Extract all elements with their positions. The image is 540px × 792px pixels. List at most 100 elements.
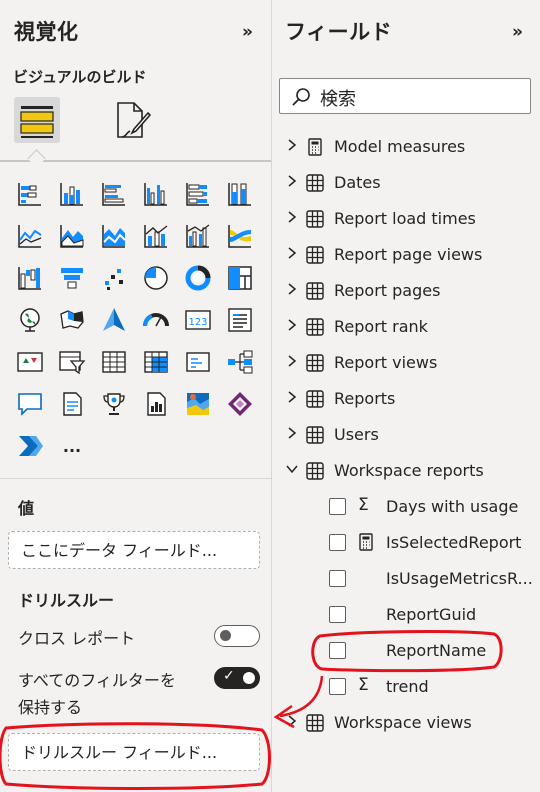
table-label: Workspace reports	[334, 461, 484, 480]
field-checkbox[interactable]	[329, 534, 346, 551]
svg-text:123: 123	[188, 317, 207, 328]
paginated-report-icon[interactable]	[140, 388, 172, 420]
field-row-isusagemetricsreport[interactable]: IsUsageMetricsR...	[272, 561, 540, 597]
keep-all-filters-toggle[interactable]: ✓	[214, 667, 260, 689]
calculator-icon	[308, 138, 322, 156]
table-label: Dates	[334, 173, 381, 192]
field-label: IsUsageMetricsR...	[386, 569, 533, 588]
field-row-days-with-usage[interactable]: Σ Days with usage	[272, 489, 540, 525]
slicer-icon[interactable]	[56, 346, 88, 378]
table-label: Report rank	[334, 317, 428, 336]
line-and-clustered-column-chart-icon[interactable]	[182, 220, 214, 252]
build-fields-tab[interactable]	[14, 97, 60, 143]
table-row-report-rank[interactable]: Report rank	[272, 309, 540, 345]
chevron-right-icon[interactable]	[285, 714, 299, 728]
table-row-users[interactable]: Users	[272, 417, 540, 453]
table-label: Report pages	[334, 281, 441, 300]
gauge-icon[interactable]	[140, 304, 172, 336]
kpi-icon[interactable]	[14, 346, 46, 378]
table-row-report-pages[interactable]: Report pages	[272, 273, 540, 309]
search-input[interactable]: 検索	[320, 85, 356, 111]
format-visual-tab[interactable]	[108, 97, 154, 143]
field-row-reportname[interactable]: ReportName	[272, 633, 540, 669]
100-stacked-bar-chart-icon[interactable]	[182, 178, 214, 210]
power-apps-icon[interactable]	[224, 388, 256, 420]
map-globe-icon[interactable]	[14, 304, 46, 336]
chevron-right-icon[interactable]	[285, 318, 299, 332]
table-row-model-measures[interactable]: Model measures	[272, 129, 540, 165]
chevron-right-icon[interactable]	[285, 174, 299, 188]
table-row-dates[interactable]: Dates	[272, 165, 540, 201]
chevron-right-icon[interactable]	[285, 426, 299, 440]
table-label: Reports	[334, 389, 396, 408]
collapse-fields-button[interactable]: »	[512, 22, 523, 42]
values-well-label: 値	[18, 499, 35, 518]
toggle-knob	[243, 672, 255, 684]
smart-narrative-icon[interactable]	[56, 388, 88, 420]
line-and-stacked-column-chart-icon[interactable]	[140, 220, 172, 252]
format-paintbrush-icon	[117, 102, 152, 138]
more-visuals-button[interactable]: ...	[56, 430, 88, 462]
values-drop-well[interactable]: ここにデータ フィールド...	[8, 531, 260, 569]
stacked-column-chart-icon[interactable]	[56, 178, 88, 210]
chevron-right-icon[interactable]	[285, 282, 299, 296]
funnel-chart-icon[interactable]	[56, 262, 88, 294]
collapse-visualizations-button[interactable]: »	[242, 22, 253, 42]
treemap-icon[interactable]	[224, 262, 256, 294]
stacked-bar-chart-icon[interactable]	[14, 178, 46, 210]
azure-map-icon[interactable]	[98, 304, 130, 336]
chevron-right-icon[interactable]	[285, 390, 299, 404]
field-checkbox[interactable]	[329, 678, 346, 695]
qna-icon[interactable]	[14, 388, 46, 420]
table-label: Workspace views	[334, 713, 472, 732]
field-row-reportguid[interactable]: ReportGuid	[272, 597, 540, 633]
field-checkbox[interactable]	[329, 570, 346, 587]
chevron-right-icon[interactable]	[285, 246, 299, 260]
chevron-right-icon[interactable]	[285, 210, 299, 224]
chevron-right-icon[interactable]	[285, 138, 299, 152]
goals-trophy-icon[interactable]	[98, 388, 130, 420]
chevron-down-icon[interactable]	[285, 462, 299, 476]
decomposition-tree-icon[interactable]	[224, 346, 256, 378]
table-row-reports[interactable]: Reports	[272, 381, 540, 417]
donut-chart-icon[interactable]	[182, 262, 214, 294]
pie-chart-icon[interactable]	[140, 262, 172, 294]
table-row-workspace-views[interactable]: Workspace views	[272, 705, 540, 741]
area-chart-icon[interactable]	[56, 220, 88, 252]
table-visual-icon[interactable]	[98, 346, 130, 378]
table-row-report-load-times[interactable]: Report load times	[272, 201, 540, 237]
scatter-chart-icon[interactable]	[98, 262, 130, 294]
power-automate-icon[interactable]	[14, 430, 46, 462]
100-stacked-column-chart-icon[interactable]	[224, 178, 256, 210]
arcgis-map-icon[interactable]	[182, 388, 214, 420]
line-chart-icon[interactable]	[14, 220, 46, 252]
gallery-divider	[0, 478, 271, 479]
fields-search-box[interactable]: 検索	[279, 78, 531, 114]
field-row-trend[interactable]: Σ trend	[272, 669, 540, 705]
field-checkbox[interactable]	[329, 606, 346, 623]
card-icon[interactable]: 123	[182, 304, 214, 336]
multi-row-card-icon[interactable]	[224, 304, 256, 336]
ribbon-chart-icon[interactable]	[224, 220, 256, 252]
clustered-bar-chart-icon[interactable]	[98, 178, 130, 210]
toggle-knob	[220, 630, 231, 641]
field-checkbox[interactable]	[329, 642, 346, 659]
matrix-icon[interactable]	[140, 346, 172, 378]
clustered-column-chart-icon[interactable]	[140, 178, 172, 210]
table-row-report-views[interactable]: Report views	[272, 345, 540, 381]
cross-report-label: クロス レポート	[18, 629, 136, 648]
cross-report-toggle[interactable]	[214, 625, 260, 647]
r-script-visual-icon[interactable]	[182, 346, 214, 378]
filled-map-icon[interactable]	[56, 304, 88, 336]
waterfall-chart-icon[interactable]	[14, 262, 46, 294]
stacked-area-chart-icon[interactable]	[98, 220, 130, 252]
field-checkbox[interactable]	[329, 498, 346, 515]
drillthrough-drop-well[interactable]: ドリルスルー フィールド...	[8, 733, 260, 771]
table-row-report-page-views[interactable]: Report page views	[272, 237, 540, 273]
table-label: Report views	[334, 353, 438, 372]
chevron-right-icon[interactable]	[285, 354, 299, 368]
table-row-workspace-reports[interactable]: Workspace reports	[272, 453, 540, 489]
field-row-isselectedreport[interactable]: IsSelectedReport	[272, 525, 540, 561]
build-visual-heading: ビジュアルのビルド	[13, 68, 147, 86]
field-label: IsSelectedReport	[386, 533, 522, 552]
